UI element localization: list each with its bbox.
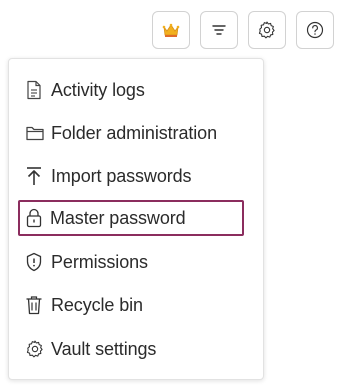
menu-item-label: Recycle bin [51,294,143,315]
shield-icon [21,245,51,279]
menu-item-label: Vault settings [51,338,157,359]
import-icon [21,159,51,193]
settings-button[interactable] [248,11,286,49]
menu-item-master-password[interactable]: Master password [18,200,244,236]
premium-button[interactable] [152,11,190,49]
menu-item-import-passwords[interactable]: Import passwords [21,159,247,193]
crown-icon [162,22,180,38]
menu-item-vault-settings[interactable]: Vault settings [21,332,247,366]
toolbar [0,11,340,49]
filter-icon [210,22,228,38]
gear-icon [257,20,277,40]
menu-item-label: Permissions [51,251,148,272]
menu-item-permissions[interactable]: Permissions [21,245,247,279]
menu-item-activity-logs[interactable]: Activity logs [21,73,247,107]
help-button[interactable] [296,11,334,49]
menu-item-label: Master password [50,207,186,228]
menu-item-label: Folder administration [51,122,217,143]
menu-item-label: Import passwords [51,165,192,186]
settings-dropdown-menu: Activity logs Folder administration Impo… [8,58,264,380]
menu-item-recycle-bin[interactable]: Recycle bin [21,288,247,322]
help-icon [305,20,325,40]
filter-button[interactable] [200,11,238,49]
lock-icon [20,201,50,235]
menu-item-folder-administration[interactable]: Folder administration [21,116,247,150]
document-icon [21,73,51,107]
gear-icon [21,332,51,366]
folder-icon [21,116,51,150]
trash-icon [21,288,51,322]
menu-item-label: Activity logs [51,79,145,100]
